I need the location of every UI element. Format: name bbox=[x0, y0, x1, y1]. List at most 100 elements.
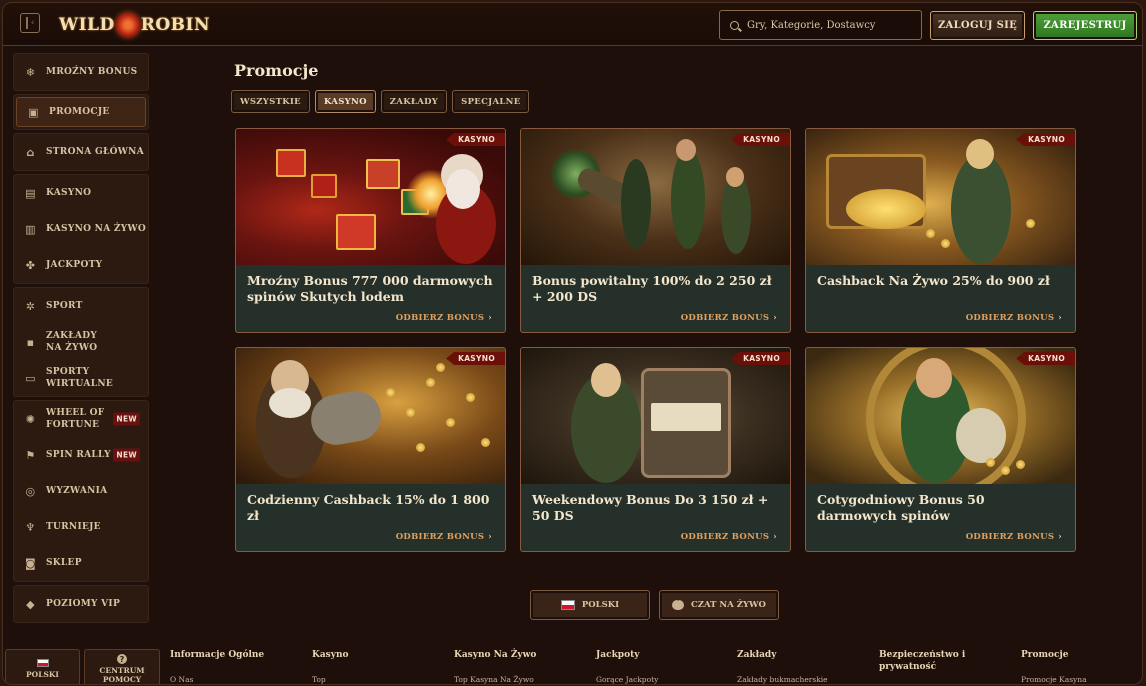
target-icon: ◎ bbox=[25, 484, 36, 498]
login-button[interactable]: ZALOGUJ SIĘ bbox=[930, 11, 1025, 40]
home-icon: ⌂ bbox=[26, 145, 35, 159]
language-button[interactable]: POLSKI bbox=[530, 590, 650, 620]
sidebar-item-live-casino[interactable]: ▥ KASYNO NA ŻYWO bbox=[14, 211, 148, 247]
diamond-icon: ◆ bbox=[26, 597, 35, 611]
clover-icon: ✤ bbox=[25, 258, 36, 272]
promo-card[interactable]: KASYNO Mroźny Bonus 777 000 darmowych sp… bbox=[235, 128, 506, 333]
sidebar-item-shop[interactable]: ◙ SKLEP bbox=[14, 545, 148, 581]
promo-card[interactable]: KASYNO Codzienny Cashback 15% do 1 800 z… bbox=[235, 347, 506, 552]
sidebar-item-spin-rally[interactable]: ⚑ SPIN RALLY NEW bbox=[14, 437, 148, 473]
sidebar-item-label: PROMOCJE bbox=[49, 107, 110, 117]
live-chat-button[interactable]: CZAT NA ŻYWO bbox=[659, 590, 779, 620]
language-label: POLSKI bbox=[581, 600, 620, 610]
category-badge: KASYNO bbox=[731, 133, 790, 146]
sidebar-item-challenges[interactable]: ◎ WYZWANIA bbox=[14, 473, 148, 509]
sidebar-item-frozen-bonus[interactable]: ❄ MROŹNY BONUS bbox=[14, 54, 148, 90]
sidebar-item-label: SPORTY WIRTUALNE bbox=[46, 367, 114, 389]
search-input[interactable] bbox=[747, 19, 907, 31]
sidebar-item-home[interactable]: ⌂ STRONA GŁÓWNA bbox=[14, 134, 148, 170]
poland-flag-icon bbox=[560, 600, 575, 610]
chevron-right-icon: › bbox=[488, 313, 492, 323]
footer-column: Jackpoty Gorące Jackpoty bbox=[596, 649, 726, 684]
sidebar-item-jackpots[interactable]: ✤ JACKPOTY bbox=[14, 247, 148, 283]
sidebar-toggle-icon[interactable]: ‹ bbox=[20, 13, 40, 33]
poland-flag-icon bbox=[36, 659, 49, 667]
category-badge: KASYNO bbox=[1016, 352, 1075, 365]
footer-link[interactable]: Top Kasyna Na Żywo bbox=[454, 675, 534, 684]
claim-bonus-link[interactable]: ODBIERZ BONUS › bbox=[396, 313, 492, 323]
tab-casino[interactable]: KASYNO bbox=[314, 90, 376, 113]
footer-link[interactable]: Zakłady bukmacherskie bbox=[737, 675, 828, 684]
footer-link[interactable]: Top bbox=[312, 675, 326, 684]
footer-column: Kasyno Na Żywo Top Kasyna Na Żywo bbox=[454, 649, 584, 684]
chevron-right-icon: › bbox=[1058, 313, 1062, 323]
claim-bonus-link[interactable]: ODBIERZ BONUS › bbox=[966, 313, 1062, 323]
app-window: ‹ WILD ROBIN ZALOGUJ SIĘ ZAREJESTRUJ ❄ M… bbox=[2, 2, 1143, 685]
sidebar-item-label: WYZWANIA bbox=[46, 486, 108, 496]
footer-column: Kasyno Top bbox=[312, 649, 442, 684]
promo-image bbox=[806, 129, 1075, 265]
sidebar-item-label: KASYNO bbox=[46, 188, 92, 198]
sidebar-item-promotions[interactable]: ▣ PROMOCJE bbox=[16, 97, 146, 127]
help-center-button[interactable]: ? CENTRUM POMOCY bbox=[84, 649, 160, 684]
sidebar-item-label: JACKPOTY bbox=[46, 260, 103, 270]
category-badge: KASYNO bbox=[446, 352, 505, 365]
question-icon: ? bbox=[117, 654, 127, 664]
tab-all[interactable]: WSZYSTKIE bbox=[231, 90, 310, 113]
sidebar-group: ◆ POZIOMY VIP bbox=[13, 585, 149, 623]
chat-bubble-icon bbox=[672, 596, 685, 610]
search-icon bbox=[730, 20, 739, 30]
tab-betting[interactable]: ZAKŁADY bbox=[380, 90, 448, 113]
sidebar-item-virtual-sports[interactable]: ▭ SPORTY WIRTUALNE bbox=[14, 360, 148, 396]
claim-bonus-link[interactable]: ODBIERZ BONUS › bbox=[681, 313, 777, 323]
wheel-icon: ✺ bbox=[25, 412, 36, 426]
help-center-label: CENTRUM POMOCY bbox=[99, 666, 145, 684]
search-box[interactable] bbox=[719, 10, 922, 40]
footer-column: Bezpieczeństwo i prywatność bbox=[879, 649, 979, 673]
footer-link[interactable]: Promocje Kasyna bbox=[1021, 675, 1087, 684]
register-button[interactable]: ZAREJESTRUJ bbox=[1033, 11, 1137, 40]
promo-card[interactable]: KASYNO Weekendowy Bonus Do 3 150 zł + 50… bbox=[520, 347, 791, 552]
logo[interactable]: WILD ROBIN bbox=[59, 9, 210, 41]
category-badge: KASYNO bbox=[731, 352, 790, 365]
footer-link[interactable]: O Nas bbox=[170, 675, 193, 684]
footer-heading: Bezpieczeństwo i prywatność bbox=[879, 650, 966, 672]
promo-title: Weekendowy Bonus Do 3 150 zł + 50 DS bbox=[532, 492, 769, 523]
footer-heading: Jackpoty bbox=[596, 650, 640, 660]
sidebar-item-label: STRONA GŁÓWNA bbox=[46, 147, 144, 157]
sidebar-item-tournaments[interactable]: ♆ TURNIEJE bbox=[14, 509, 148, 545]
promo-card[interactable]: KASYNO Bonus powitalny 100% do 2 250 zł … bbox=[520, 128, 791, 333]
footer-language-label: POLSKI bbox=[26, 670, 59, 679]
soccer-ball-icon: ✲ bbox=[25, 299, 36, 313]
sidebar-group: ▤ KASYNO ▥ KASYNO NA ŻYWO ✤ JACKPOTY bbox=[13, 174, 149, 284]
sidebar-item-wheel-of-fortune[interactable]: ✺ WHEEL OF FORTUNE NEW bbox=[14, 401, 148, 437]
footer-link[interactable]: Gorące Jackpoty bbox=[596, 675, 658, 684]
footer-column: Zakłady Zakłady bukmacherskie bbox=[737, 649, 867, 684]
footer-heading: Zakłady bbox=[737, 650, 777, 660]
cards-icon: ▥ bbox=[25, 222, 36, 236]
sidebar-item-live-betting[interactable]: ▪ ZAKŁADY NA ŻYWO bbox=[14, 324, 148, 360]
claim-bonus-link[interactable]: ODBIERZ BONUS › bbox=[966, 532, 1062, 542]
new-badge: NEW bbox=[113, 448, 140, 462]
promo-card[interactable]: KASYNO Cotygodniowy Bonus 50 darmowych s… bbox=[805, 347, 1076, 552]
claim-bonus-link[interactable]: ODBIERZ BONUS › bbox=[396, 532, 492, 542]
sidebar-group: ❄ MROŹNY BONUS bbox=[13, 53, 149, 91]
chevron-right-icon: › bbox=[773, 532, 777, 542]
sidebar-item-label: POZIOMY VIP bbox=[46, 599, 121, 609]
sidebar-item-sport[interactable]: ✲ SPORT bbox=[14, 288, 148, 324]
chevron-right-icon: › bbox=[1058, 532, 1062, 542]
promo-image bbox=[236, 348, 505, 484]
tab-special[interactable]: SPECJALNE bbox=[452, 90, 530, 113]
footer-language-button[interactable]: POLSKI bbox=[5, 649, 80, 684]
sidebar-item-vip-levels[interactable]: ◆ POZIOMY VIP bbox=[14, 586, 148, 622]
claim-bonus-link[interactable]: ODBIERZ BONUS › bbox=[681, 532, 777, 542]
category-badge: KASYNO bbox=[446, 133, 505, 146]
sidebar-group: ✺ WHEEL OF FORTUNE NEW ⚑ SPIN RALLY NEW … bbox=[13, 400, 149, 582]
promo-title: Cashback Na Żywo 25% do 900 zł bbox=[817, 273, 1050, 288]
promo-title: Cotygodniowy Bonus 50 darmowych spinów bbox=[817, 492, 985, 523]
sidebar-item-casino[interactable]: ▤ KASYNO bbox=[14, 175, 148, 211]
promo-card[interactable]: KASYNO Cashback Na Żywo 25% do 900 zł OD… bbox=[805, 128, 1076, 333]
logo-ring-icon bbox=[115, 13, 140, 37]
trophy-icon: ♆ bbox=[25, 520, 36, 534]
sidebar-item-label: ZAKŁADY NA ŻYWO bbox=[46, 331, 98, 353]
